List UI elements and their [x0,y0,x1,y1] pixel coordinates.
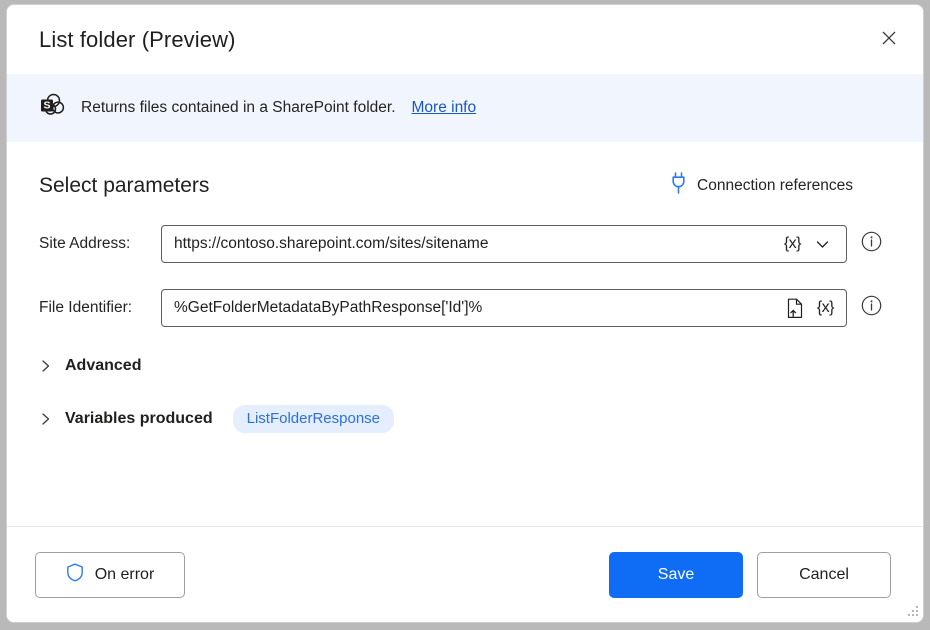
file-picker-icon[interactable] [782,298,809,319]
dialog-title: List folder (Preview) [39,27,236,53]
advanced-section-toggle[interactable]: Advanced [39,357,141,375]
footer-actions: Save Cancel [609,552,891,598]
file-identifier-info-icon[interactable] [861,295,882,321]
plug-icon [671,172,686,199]
file-identifier-field[interactable]: {x} [161,289,847,327]
description-text: Returns files contained in a SharePoint … [81,99,396,117]
file-identifier-input[interactable] [174,299,776,317]
variable-pill-listfolderresponse[interactable]: ListFolderResponse [233,405,394,433]
chevron-right-icon [39,412,53,426]
site-address-label: Site Address: [39,235,161,253]
section-title: Select parameters [39,174,209,198]
chevron-down-icon[interactable] [809,237,836,252]
variable-icon[interactable]: {x} [782,235,803,253]
on-error-label: On error [95,566,155,584]
dialog-titlebar: List folder (Preview) [7,5,923,74]
chevron-right-icon [39,359,53,373]
site-address-field[interactable]: {x} [161,225,847,263]
advanced-label: Advanced [65,357,141,375]
parameters-header: Select parameters Connection references [39,172,891,199]
connection-references-label: Connection references [697,177,853,195]
field-row-file-identifier: File Identifier: {x} [39,289,891,327]
list-folder-dialog: List folder (Preview) S Returns files co… [6,4,924,623]
description-banner: S Returns files contained in a SharePoin… [7,74,923,142]
close-button[interactable] [867,20,911,60]
save-button[interactable]: Save [609,552,743,598]
variables-produced-label: Variables produced [65,410,213,428]
dialog-body: Select parameters Connection references … [7,142,923,526]
file-identifier-label: File Identifier: [39,299,161,317]
more-info-link[interactable]: More info [412,99,477,117]
variable-icon[interactable]: {x} [815,299,836,317]
site-address-input[interactable] [174,235,776,253]
on-error-button[interactable]: On error [35,552,185,598]
variables-produced-toggle[interactable]: Variables produced ListFolderResponse [39,405,394,433]
close-icon [881,30,897,49]
field-row-site-address: Site Address: {x} [39,225,891,263]
dialog-footer: On error Save Cancel [7,526,923,622]
cancel-button[interactable]: Cancel [757,552,891,598]
sharepoint-icon: S [39,93,65,124]
resize-grip-icon[interactable] [906,606,919,619]
svg-text:S: S [43,99,50,111]
shield-icon [66,563,84,587]
site-address-info-icon[interactable] [861,231,882,257]
connection-references-button[interactable]: Connection references [671,172,891,199]
